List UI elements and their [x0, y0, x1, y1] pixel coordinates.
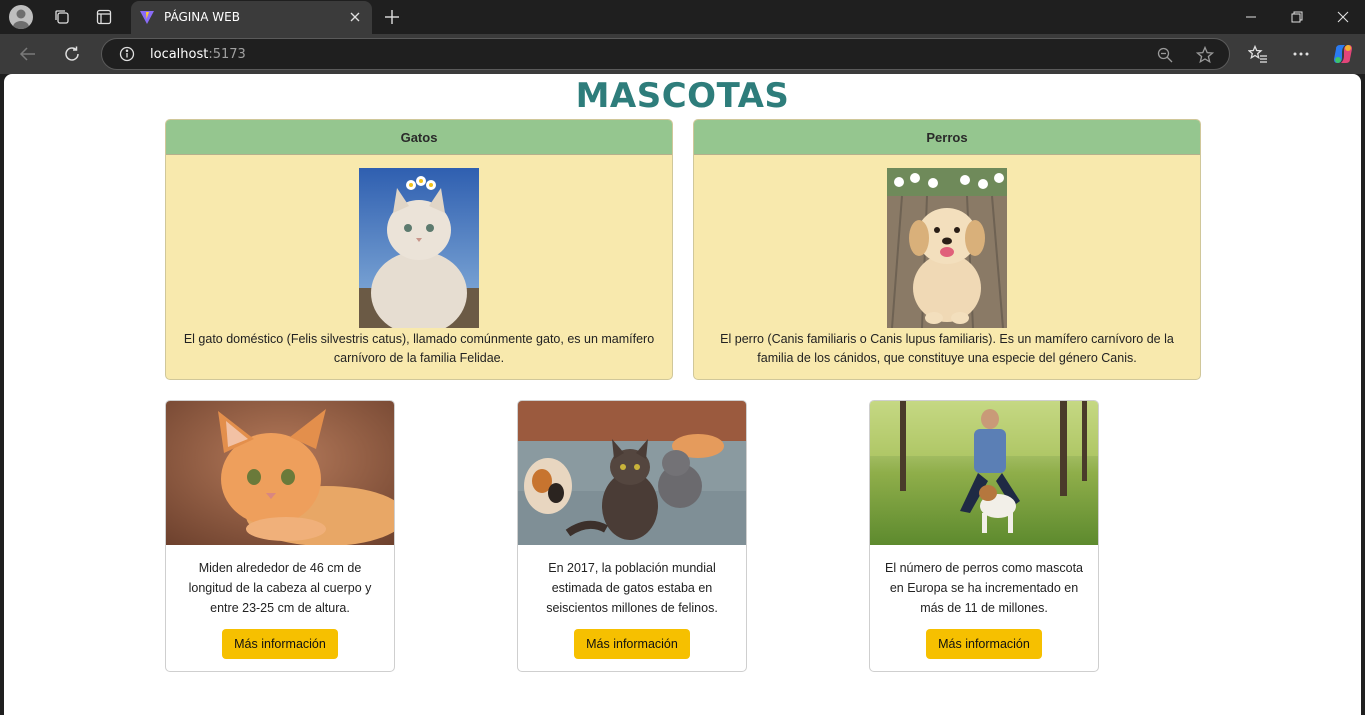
- man-with-dog-image: [870, 401, 1098, 545]
- more-info-button[interactable]: Más información: [222, 629, 338, 659]
- page-viewport: MASCOTAS Gatos El gato doméstico (Felis …: [4, 74, 1361, 715]
- golden-puppy-image: [887, 168, 1007, 329]
- card-header: Gatos: [166, 120, 672, 155]
- card-header: Perros: [694, 120, 1200, 155]
- browser-toolbar: localhost:5173: [0, 34, 1365, 74]
- url-host: localhost: [150, 47, 209, 62]
- card-description: El perro (Canis familiaris o Canis lupus…: [720, 332, 1174, 365]
- new-tab-plus-icon[interactable]: [382, 7, 402, 27]
- restore-icon[interactable]: [1287, 7, 1307, 27]
- reload-icon[interactable]: [61, 43, 83, 65]
- favorites-list-icon[interactable]: [1247, 43, 1269, 65]
- group-of-cats-image: [518, 401, 746, 545]
- tab-title: PÁGINA WEB: [164, 10, 240, 24]
- fluffy-cat-image: [359, 168, 479, 335]
- vite-favicon-icon: [139, 9, 155, 25]
- info-card-cats-group: En 2017, la población mundial estimada d…: [517, 400, 747, 672]
- workspaces-icon[interactable]: [52, 7, 72, 27]
- minimize-icon[interactable]: [1241, 7, 1261, 27]
- orange-kitten-image: [166, 401, 394, 546]
- card-description: El número de perros como mascota en Euro…: [884, 561, 1083, 615]
- url-port: :5173: [208, 47, 246, 62]
- profile-avatar-icon[interactable]: [9, 5, 33, 29]
- tab-active[interactable]: PÁGINA WEB: [131, 1, 372, 34]
- card-description: El gato doméstico (Felis silvestris catu…: [183, 332, 655, 365]
- site-info-icon[interactable]: [119, 46, 135, 62]
- card-description: En 2017, la población mundial estimada d…: [546, 561, 718, 615]
- close-tab-icon[interactable]: [347, 9, 363, 25]
- vertical-tabs-icon[interactable]: [94, 7, 114, 27]
- copilot-icon[interactable]: [1332, 43, 1354, 65]
- zoom-out-icon[interactable]: [1156, 46, 1174, 64]
- address-bar[interactable]: localhost:5173: [101, 38, 1230, 70]
- close-window-icon[interactable]: [1333, 7, 1353, 27]
- info-card-dog-park: El número de perros como mascota en Euro…: [869, 400, 1099, 672]
- url-text[interactable]: localhost:5173: [150, 47, 246, 62]
- card-description: Miden alrededor de 46 cm de longitud de …: [188, 561, 372, 615]
- featured-card-perros: Perros El perro (Canis familiaris o Cani…: [693, 119, 1201, 380]
- tab-bar: PÁGINA WEB: [0, 0, 1365, 34]
- info-card-kitten: Miden alrededor de 46 cm de longitud de …: [165, 400, 395, 672]
- favorite-star-icon[interactable]: [1196, 46, 1214, 64]
- page-title: MASCOTAS: [575, 76, 790, 116]
- more-info-button[interactable]: Más información: [926, 629, 1042, 659]
- back-arrow-icon[interactable]: [17, 43, 39, 65]
- more-info-button[interactable]: Más información: [574, 629, 690, 659]
- more-options-icon[interactable]: [1290, 43, 1312, 65]
- featured-card-gatos: Gatos El gato doméstico (Felis silvestri…: [165, 119, 673, 380]
